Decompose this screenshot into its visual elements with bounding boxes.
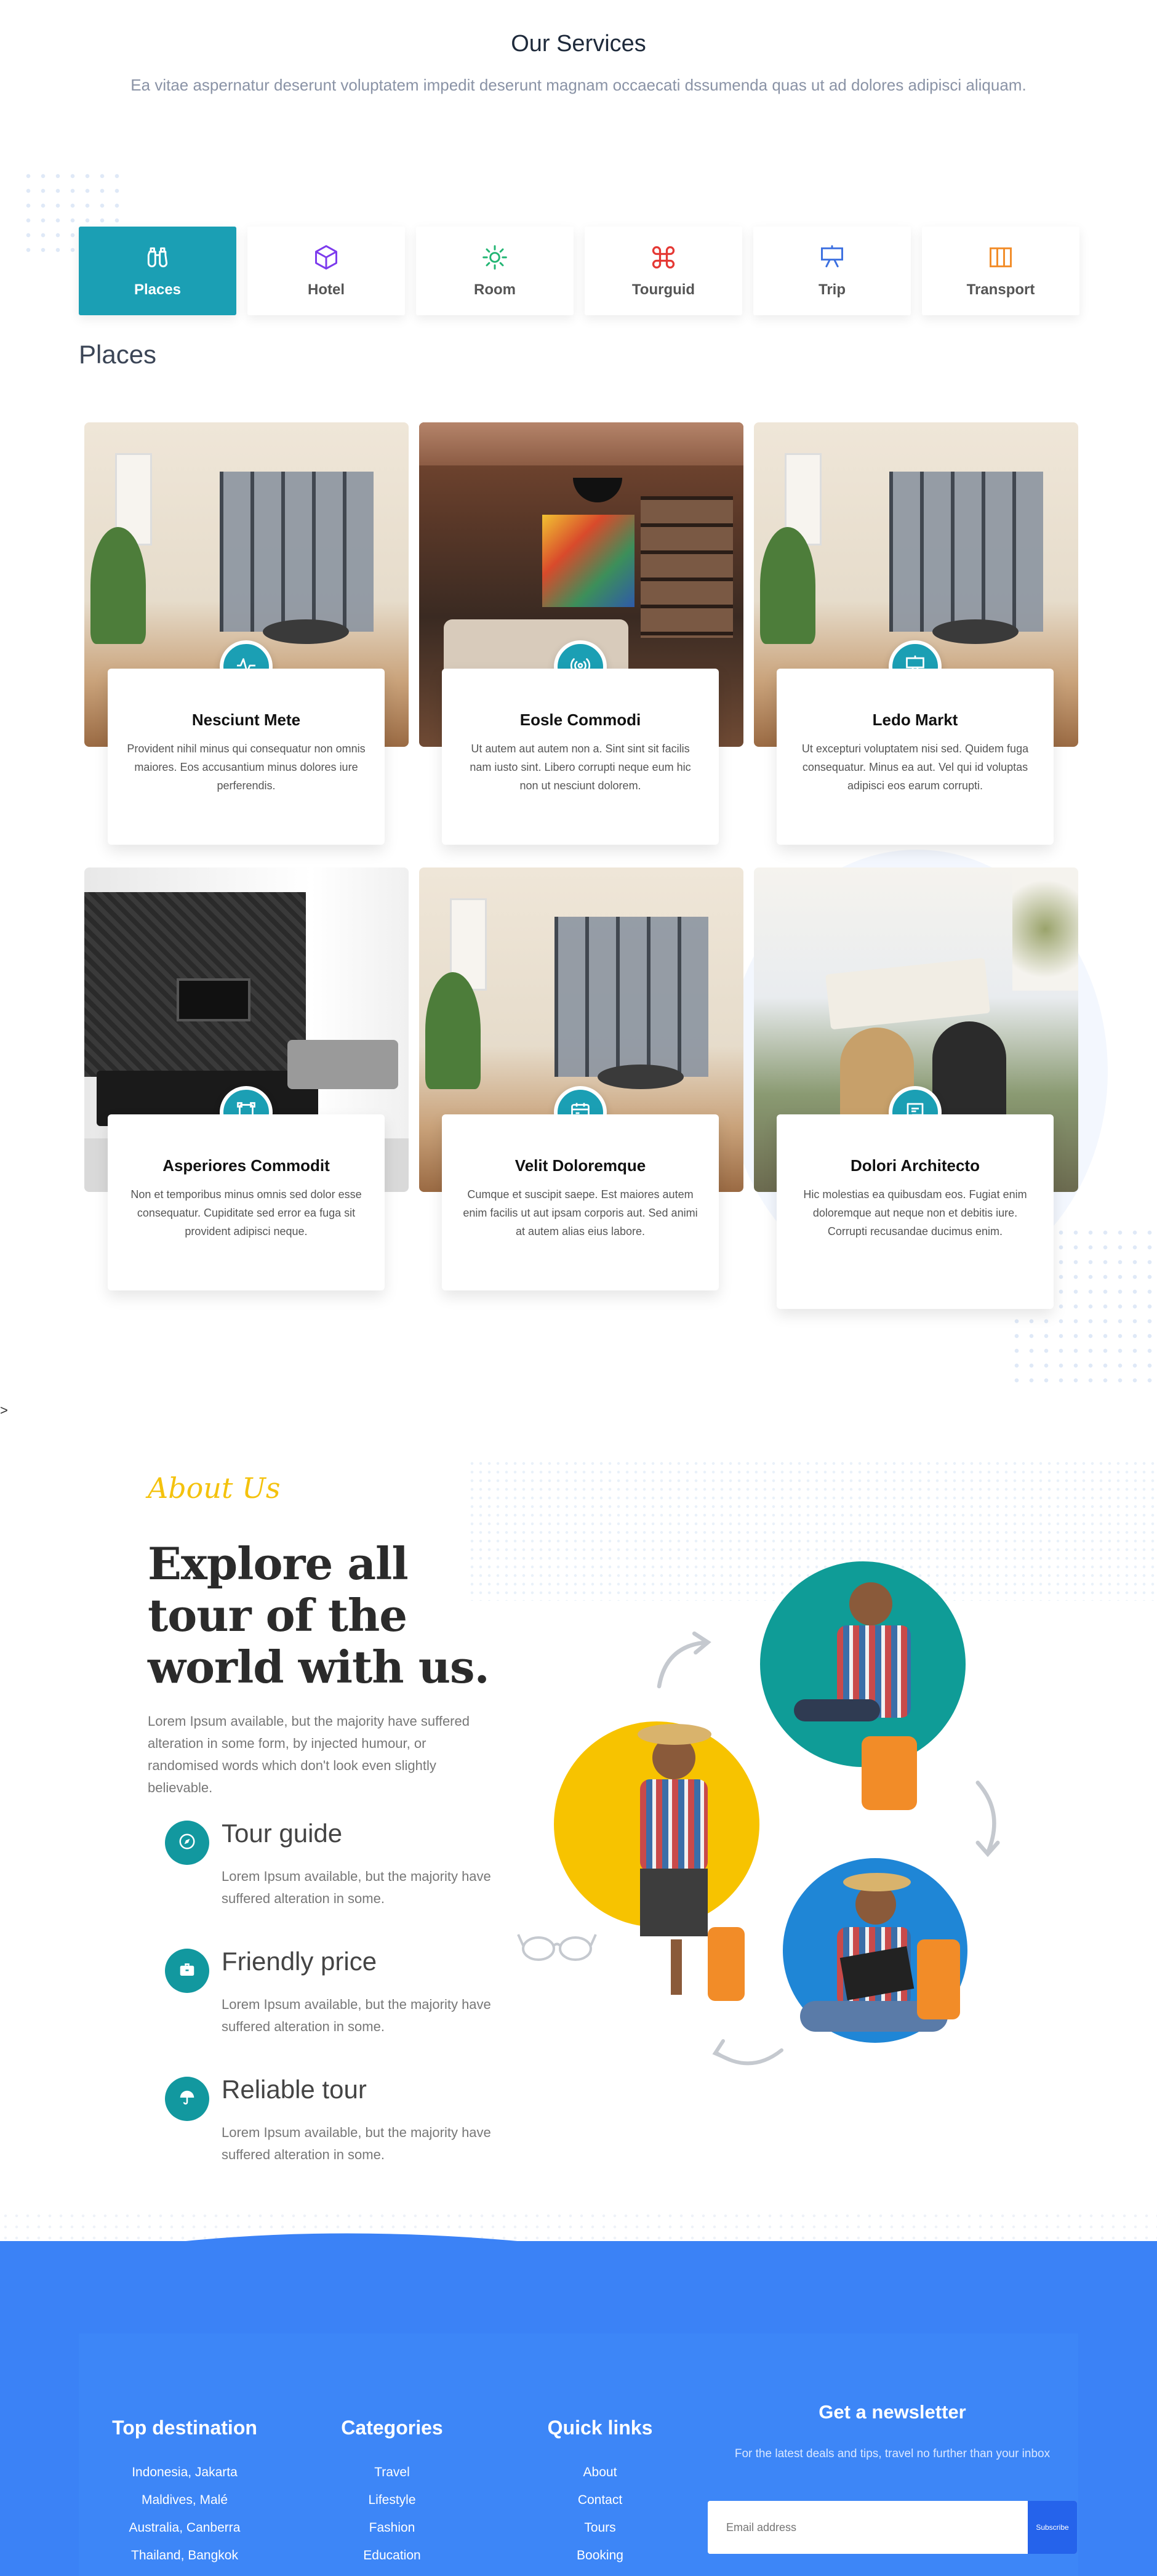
- sunglasses-icon: [517, 1934, 597, 1961]
- footer-link[interactable]: Education: [300, 2548, 484, 2563]
- footer-link[interactable]: Thailand, Bangkok: [92, 2548, 277, 2563]
- place-card-title: Ledo Markt: [872, 710, 958, 729]
- stray-character: >: [0, 1403, 8, 1418]
- curved-arrow-icon: [712, 2039, 783, 2066]
- umbrella-icon: [178, 2088, 196, 2110]
- place-card-title: Dolori Architecto: [851, 1156, 980, 1175]
- footer-link[interactable]: Travel: [300, 2465, 484, 2480]
- place-card-title: Eosle Commodi: [519, 710, 641, 729]
- footer-link[interactable]: Contact: [508, 2493, 692, 2508]
- place-card-title: Asperiores Commodit: [162, 1156, 330, 1175]
- newsletter-form: Subscribe: [708, 2501, 1077, 2554]
- tab-label: Room: [474, 281, 516, 298]
- feature-title: Tour guide: [222, 1819, 343, 1848]
- tab-label: Transport: [966, 281, 1035, 298]
- easel-icon: [819, 244, 846, 274]
- tab-trip[interactable]: Trip: [753, 227, 911, 315]
- footer-column-title: Categories: [341, 2417, 443, 2439]
- about-paragraph: Lorem Ipsum available, but the majority …: [148, 1713, 470, 1795]
- footer-link[interactable]: Australia, Canberra: [92, 2521, 277, 2535]
- place-card[interactable]: Nesciunt Mete Provident nihil minus qui …: [108, 669, 385, 845]
- newsletter-text: For the latest deals and tips, travel no…: [734, 2447, 1051, 2460]
- subscribe-button[interactable]: Subscribe: [1028, 2501, 1077, 2554]
- places-heading: Places: [79, 340, 157, 369]
- briefcase-icon: [178, 1960, 196, 1982]
- section-subtitle: Ea vitae aspernatur deserunt voluptatem …: [130, 76, 1027, 94]
- columns-icon: [987, 244, 1014, 274]
- box-icon: [313, 244, 340, 274]
- feature-description: Lorem Ipsum available, but the majority …: [222, 1997, 491, 2034]
- footer-link[interactable]: Fashion: [300, 2521, 484, 2535]
- feature-icon-badge: [165, 1949, 209, 1993]
- footer-link[interactable]: Indonesia, Jakarta: [92, 2465, 277, 2480]
- place-card-description: Cumque et suscipit saepe. Est maiores au…: [463, 1188, 698, 1238]
- feature-description: Lorem Ipsum available, but the majority …: [222, 2125, 491, 2162]
- footer-link[interactable]: Booking: [508, 2548, 692, 2563]
- footer-link[interactable]: Tours: [508, 2521, 692, 2535]
- place-card[interactable]: Asperiores Commodit Non et temporibus mi…: [108, 1114, 385, 1290]
- section-title: Our Services: [511, 31, 646, 57]
- about-heading: Explore all tour of the world with us.: [148, 1537, 490, 1693]
- place-card[interactable]: Eosle Commodi Ut autem aut autem non a. …: [442, 669, 719, 845]
- tab-places[interactable]: Places: [79, 227, 236, 315]
- tab-label: Tourguid: [631, 281, 695, 298]
- tab-label: Hotel: [308, 281, 345, 298]
- footer-column-title: Quick links: [547, 2417, 653, 2439]
- tab-label: Places: [134, 281, 182, 298]
- curved-arrow-icon: [657, 1631, 711, 1689]
- place-card-description: Ut autem aut autem non a. Sint sint sit …: [470, 743, 691, 792]
- email-input[interactable]: [708, 2501, 1028, 2554]
- place-card-title: Nesciunt Mete: [191, 710, 301, 729]
- curved-arrow-icon: [975, 1781, 1000, 1858]
- feature-description: Lorem Ipsum available, but the majority …: [222, 1869, 491, 1906]
- travel-illustration: [517, 1558, 1009, 2087]
- feature-title: Friendly price: [222, 1947, 377, 1976]
- place-card[interactable]: Velit Doloremque Cumque et suscipit saep…: [442, 1114, 719, 1290]
- tab-label: Trip: [818, 281, 846, 298]
- footer-column-title: Top destination: [112, 2417, 257, 2439]
- newsletter-title: Get a newsletter: [819, 2401, 966, 2423]
- place-card-description: Provident nihil minus qui consequatur no…: [127, 743, 366, 792]
- place-card-title: Velit Doloremque: [514, 1156, 646, 1175]
- tab-transport[interactable]: Transport: [922, 227, 1079, 315]
- about-script-label: About Us: [148, 1471, 281, 1505]
- compass-icon: [178, 1832, 196, 1854]
- binoculars-icon: [144, 244, 171, 274]
- command-icon: [650, 244, 677, 274]
- place-card-description: Ut excepturi voluptatem nisi sed. Quidem…: [801, 743, 1029, 792]
- place-card-description: Hic molestias ea quibusdam eos. Fugiat e…: [803, 1188, 1027, 1238]
- place-card[interactable]: Dolori Architecto Hic molestias ea quibu…: [777, 1114, 1054, 1309]
- place-card[interactable]: Ledo Markt Ut excepturi voluptatem nisi …: [777, 669, 1054, 845]
- tab-tourguid[interactable]: Tourguid: [585, 227, 742, 315]
- feature-icon-badge: [165, 2077, 209, 2121]
- place-card-description: Non et temporibus minus omnis sed dolor …: [130, 1188, 362, 1238]
- sun-icon: [481, 244, 508, 274]
- footer-link[interactable]: Maldives, Malé: [92, 2493, 277, 2508]
- feature-icon-badge: [165, 1821, 209, 1865]
- tab-hotel[interactable]: Hotel: [247, 227, 405, 315]
- feature-title: Reliable tour: [222, 2075, 367, 2104]
- footer-link[interactable]: Lifestyle: [300, 2493, 484, 2508]
- tab-room[interactable]: Room: [416, 227, 574, 315]
- footer-link[interactable]: About: [508, 2465, 692, 2480]
